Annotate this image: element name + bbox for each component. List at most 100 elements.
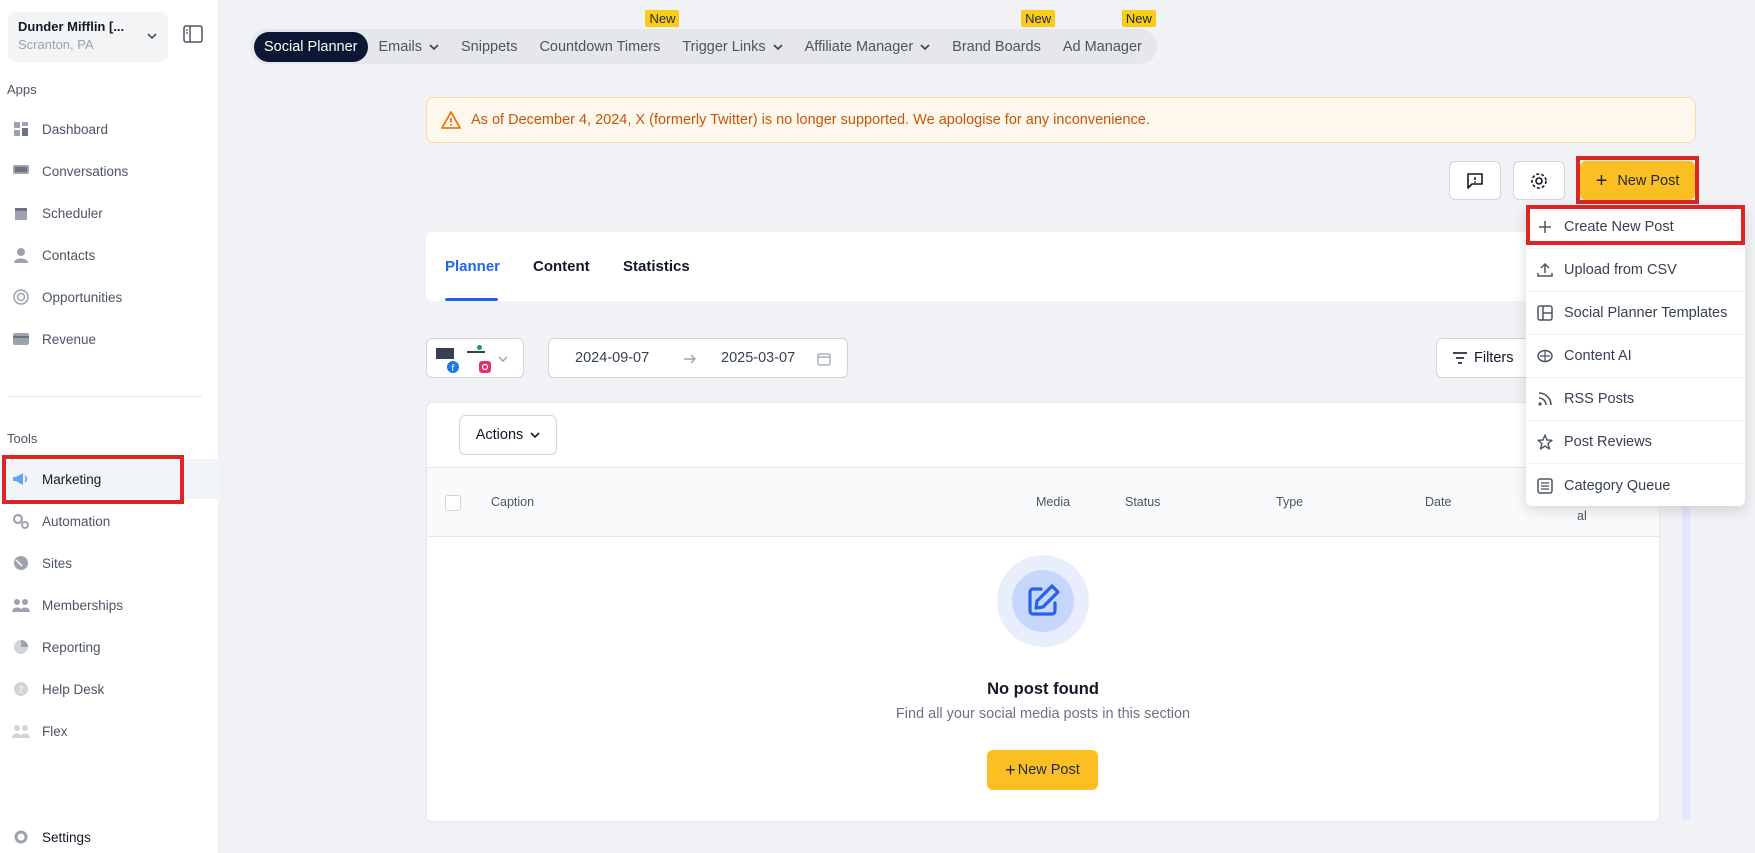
menu-item-upload-csv[interactable]: Upload from CSV (1526, 249, 1745, 292)
sidebar-item-label: Help Desk (42, 681, 105, 697)
sidebar-item-label: Settings (42, 829, 91, 845)
sidebar-item-help-desk[interactable]: ? Help Desk (0, 669, 219, 709)
menu-item-label: Category Queue (1564, 477, 1671, 494)
empty-state-illustration (997, 555, 1089, 647)
sidebar-item-contacts[interactable]: Contacts (0, 235, 219, 275)
sidebar-item-reporting[interactable]: Reporting (0, 627, 219, 667)
twitter-deprecation-alert: As of December 4, 2024, X (formerly Twit… (426, 97, 1696, 143)
sidebar-item-flex[interactable]: Flex (0, 711, 219, 751)
menu-item-create-new-post[interactable]: Create New Post (1526, 206, 1745, 249)
tab-statistics[interactable]: Statistics (623, 258, 690, 275)
sidebar-item-dashboard[interactable]: Dashboard (0, 109, 219, 149)
column-status: Status (1125, 495, 1161, 509)
sidebar-item-revenue[interactable]: Revenue (0, 319, 219, 359)
active-tab-indicator (445, 298, 498, 301)
tab-ad-manager[interactable]: Ad Manager New (1052, 9, 1156, 62)
menu-item-label: RSS Posts (1564, 391, 1635, 407)
svg-text:?: ? (18, 685, 23, 696)
tab-brand-boards[interactable]: Brand Boards New (941, 9, 1056, 62)
tab-snippets[interactable]: Snippets (450, 32, 528, 62)
star-icon (1536, 433, 1554, 451)
new-post-dropdown: Create New Post Upload from CSV Social P… (1526, 206, 1745, 506)
megaphone-icon (12, 470, 30, 488)
tab-social-planner[interactable]: Social Planner (254, 31, 368, 62)
new-post-label: New Post (1617, 172, 1680, 189)
sidebar-item-conversations[interactable]: Conversations (0, 151, 219, 191)
empty-state-title: No post found (987, 680, 1099, 698)
template-icon (1536, 304, 1554, 322)
brain-icon (1536, 347, 1554, 365)
sidebar-divider (8, 396, 202, 397)
posts-table-card: Actions Caption Media Status Type Date a… (426, 402, 1660, 822)
menu-item-rss-posts[interactable]: RSS Posts (1526, 378, 1745, 421)
new-badge: New (645, 9, 680, 27)
chevron-down-icon (147, 33, 157, 40)
status-dot (477, 345, 482, 350)
tab-label: Trigger Links (682, 38, 766, 55)
warning-icon (441, 111, 461, 129)
apps-section-label: Apps (7, 82, 37, 97)
tab-affiliate-manager[interactable]: Affiliate Manager (794, 32, 942, 62)
menu-item-content-ai[interactable]: Content AI (1526, 335, 1745, 378)
tab-countdown-timers[interactable]: Countdown Timers New (528, 9, 680, 62)
sidebar-item-label: Automation (42, 513, 111, 529)
chevron-down-icon (530, 432, 540, 439)
calendar-icon (12, 204, 30, 222)
pie-icon (12, 638, 30, 656)
column-caption: Caption (491, 495, 535, 509)
tab-planner[interactable]: Planner (445, 258, 500, 275)
sidebar-item-scheduler[interactable]: Scheduler (0, 193, 219, 233)
user-icon (12, 246, 30, 264)
sidebar-item-sites[interactable]: Sites (0, 543, 219, 583)
menu-item-label: Social Planner Templates (1564, 305, 1728, 321)
date-range-picker[interactable]: 2024-09-07 2025-03-07 (548, 338, 848, 378)
tab-label: Social Planner (264, 38, 358, 55)
table-header: Caption Media Status Type Date al (427, 467, 1659, 537)
sidebar-item-marketing[interactable]: Marketing (0, 459, 219, 499)
sidebar-item-opportunities[interactable]: Opportunities (0, 277, 219, 317)
settings-button[interactable] (1513, 161, 1565, 200)
instagram-icon (479, 361, 491, 373)
feedback-button[interactable] (1449, 161, 1501, 200)
location-switcher[interactable]: Dunder Mifflin [... Scranton, PA (8, 12, 168, 62)
sidebar-item-label: Dashboard (42, 121, 109, 137)
tab-trigger-links[interactable]: Trigger Links (671, 32, 793, 62)
tab-content[interactable]: Content (533, 258, 590, 275)
tab-label: Emails (378, 38, 423, 55)
facebook-icon: f (447, 361, 459, 373)
chevron-down-icon (429, 43, 439, 50)
edit-icon (1028, 584, 1060, 616)
new-badge: New (1121, 9, 1156, 27)
plus-icon: + (1005, 760, 1016, 780)
sidebar-collapse-icon[interactable] (183, 25, 203, 43)
date-start: 2024-09-07 (575, 350, 650, 366)
tab-label: Ad Manager (1062, 38, 1142, 55)
sidebar-item-label: Reporting (42, 639, 101, 655)
sidebar-item-label: Memberships (42, 597, 124, 613)
filter-icon (1453, 352, 1467, 364)
sidebar-item-automation[interactable]: Automation (0, 501, 219, 541)
sidebar-item-label: Revenue (42, 331, 97, 347)
actions-dropdown-button[interactable]: Actions (459, 415, 557, 455)
select-all-checkbox[interactable] (445, 495, 461, 511)
gear-icon (1531, 172, 1547, 189)
sidebar-item-memberships[interactable]: Memberships (0, 585, 219, 625)
account-avatar (436, 348, 454, 359)
gear-icon (12, 828, 30, 846)
dashboard-icon (12, 120, 30, 138)
tab-emails[interactable]: Emails (368, 32, 451, 62)
sidebar-item-settings[interactable]: Settings (0, 817, 219, 853)
tools-section-label: Tools (7, 431, 38, 446)
menu-item-templates[interactable]: Social Planner Templates (1526, 292, 1745, 335)
menu-item-post-reviews[interactable]: Post Reviews (1526, 421, 1745, 464)
new-post-button[interactable]: + New Post (1580, 161, 1695, 200)
queue-icon (1536, 477, 1554, 495)
menu-item-category-queue[interactable]: Category Queue (1526, 464, 1745, 507)
date-end: 2025-03-07 (721, 350, 796, 366)
empty-new-post-button[interactable]: + New Post (987, 750, 1098, 790)
tab-label: Snippets (461, 38, 518, 55)
account-avatar (467, 351, 485, 353)
tab-label: Brand Boards (952, 38, 1041, 55)
sidebar-item-label: Flex (42, 723, 68, 739)
account-selector[interactable]: f (426, 338, 524, 378)
